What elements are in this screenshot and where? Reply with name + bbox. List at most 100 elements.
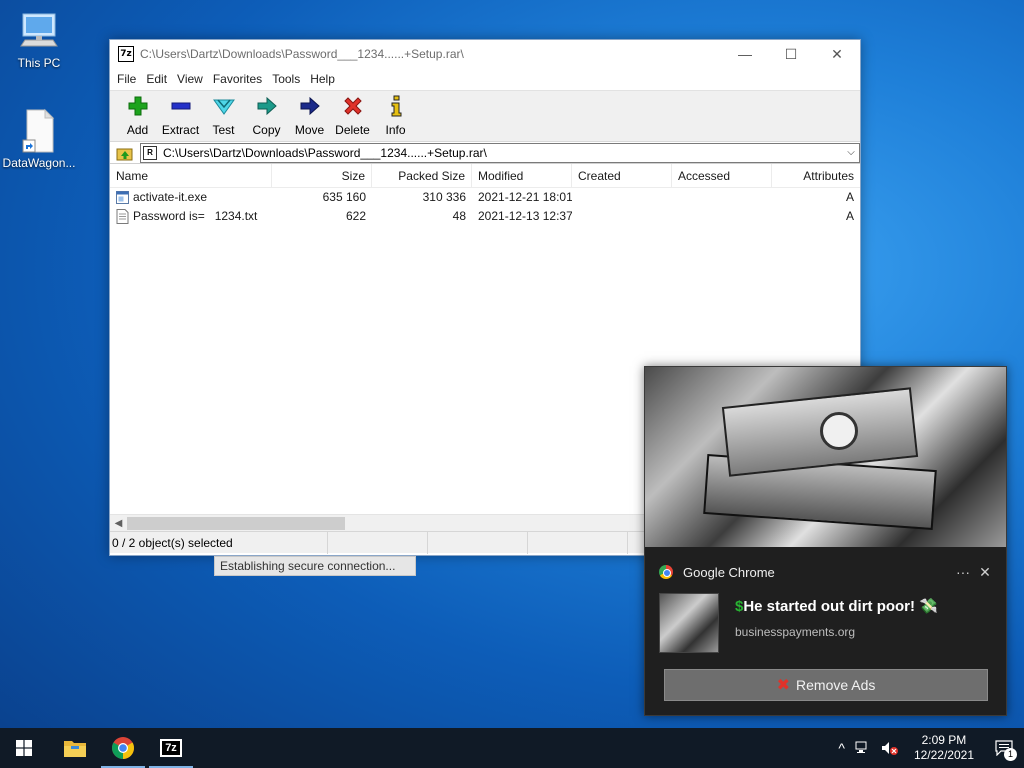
desktop-icon-this-pc[interactable]: This PC [1,10,77,70]
copy-button[interactable]: Copy [245,95,288,137]
move-arrow-icon [299,95,321,117]
show-hidden-icons-chevron[interactable]: ^ [833,728,850,768]
selection-status: 0 / 2 object(s) selected [110,531,328,554]
scroll-left-icon[interactable]: ◀ [110,518,127,529]
notification-title: $He started out dirt poor! 💸 [735,598,938,615]
file-size: 635 160 [322,190,366,204]
desktop-icon-datawagon[interactable]: DataWagon... [1,108,77,170]
remove-ads-label: Remove Ads [796,677,876,693]
menu-bar: File Edit View Favorites Tools Help [110,68,860,90]
status-segment [528,531,628,554]
windows-logo-icon [16,740,32,756]
chrome-notification[interactable]: Google Chrome ··· ✕ $He started out dirt… [644,366,1007,716]
file-packed-size: 310 336 [422,190,466,204]
list-header: Name Size Packed Size Modified Created A… [110,163,860,188]
sevenzip-icon: 7z [160,739,182,757]
start-button[interactable] [0,728,48,768]
more-options-icon[interactable]: ··· [952,564,974,580]
notification-thumbnail [659,593,719,653]
plus-icon [127,95,149,117]
notification-count-badge: 1 [1004,748,1017,761]
column-size[interactable]: Size [272,163,372,188]
info-button[interactable]: Info [374,95,417,137]
toolbar: Add Extract Test Copy Move Delete Info [110,90,860,142]
file-shortcut-icon [22,108,55,153]
text-file-icon [116,209,129,224]
menu-tools[interactable]: Tools [267,72,305,86]
file-modified: 2021-12-13 12:37 [478,209,572,223]
scrollbar-thumb[interactable] [127,516,345,530]
taskbar: 7z ^ 2:09 PM 12/22/2021 1 [0,728,1024,768]
address-text: C:\Users\Dartz\Downloads\Password___1234… [163,145,487,160]
column-packed-size[interactable]: Packed Size [372,163,472,188]
maximize-button[interactable]: ☐ [768,40,814,68]
notification-close-button[interactable]: ✕ [974,564,996,581]
minimize-button[interactable]: — [722,40,768,68]
chevron-down-icon[interactable]: ⌵ [843,147,859,158]
window-title: C:\Users\Dartz\Downloads\Password___1234… [140,47,464,61]
column-modified[interactable]: Modified [472,163,572,188]
column-created[interactable]: Created [572,163,672,188]
table-row[interactable]: activate-it.exe 635 160 310 336 2021-12-… [110,188,860,207]
menu-help[interactable]: Help [305,72,340,86]
action-center-button[interactable]: 1 [984,728,1024,768]
title-bar[interactable]: 7z C:\Users\Dartz\Downloads\Password___1… [110,40,860,68]
clock-date: 12/22/2021 [913,748,974,762]
extract-button[interactable]: Extract [159,95,202,137]
desktop-icon-label: This PC [17,56,61,70]
info-label: Info [385,123,406,137]
notification-body: $He started out dirt poor! 💸 businesspay… [645,585,1006,653]
address-bar: R C:\Users\Dartz\Downloads\Password___12… [110,142,860,164]
folder-up-button[interactable] [110,142,140,164]
menu-favorites[interactable]: Favorites [208,72,267,86]
clock[interactable]: 2:09 PM 12/22/2021 [904,733,984,763]
network-icon[interactable] [850,728,876,768]
delete-button[interactable]: Delete [331,95,374,137]
column-accessed[interactable]: Accessed [672,163,772,188]
file-modified: 2021-12-21 18:01 [478,190,572,204]
taskbar-file-explorer[interactable] [51,728,99,768]
check-down-icon [212,95,235,117]
notification-hero-image [645,367,1006,547]
chrome-icon [112,737,134,759]
computer-icon [20,13,58,47]
archive-icon: R [143,145,157,160]
exe-file-icon [116,191,129,204]
taskbar-7zip[interactable]: 7z [147,728,195,768]
connection-status-popup: Establishing secure connection... [214,556,416,576]
copy-arrow-icon [256,95,278,117]
file-size: 622 [345,209,366,223]
info-icon [385,95,407,117]
column-name[interactable]: Name [110,163,272,188]
extract-label: Extract [161,123,200,137]
delete-label: Delete [335,123,370,137]
test-button[interactable]: Test [202,95,245,137]
desktop-icon-label: DataWagon... [2,156,76,170]
menu-edit[interactable]: Edit [141,72,172,86]
file-accessed [672,188,772,207]
money-wings-icon: 💸 [919,598,938,615]
file-created [572,207,672,226]
folder-up-icon [116,148,133,160]
file-packed-size: 48 [452,209,466,223]
close-button[interactable]: ✕ [814,40,860,68]
column-attributes[interactable]: Attributes [772,164,860,188]
file-attributes: A [845,190,854,204]
status-segment [328,531,428,554]
system-tray: ^ 2:09 PM 12/22/2021 1 [833,728,1024,768]
volume-muted-icon[interactable] [876,728,904,768]
table-row[interactable]: Password is= 1234.txt 622 48 2021-12-13 … [110,207,860,226]
add-button[interactable]: Add [116,95,159,137]
taskbar-chrome[interactable] [99,728,147,768]
red-x-icon: ✖ [776,677,791,694]
menu-view[interactable]: View [172,72,208,86]
move-label: Move [294,123,325,137]
notification-header: Google Chrome ··· ✕ [645,559,1006,585]
move-button[interactable]: Move [288,95,331,137]
file-name: Password is= 1234.txt [133,209,258,223]
menu-file[interactable]: File [112,72,141,86]
remove-ads-button[interactable]: ✖ Remove Ads [664,669,988,701]
notification-site: businesspayments.org [735,625,856,639]
address-input[interactable]: R C:\Users\Dartz\Downloads\Password___12… [140,142,860,163]
file-attributes: A [845,209,854,223]
